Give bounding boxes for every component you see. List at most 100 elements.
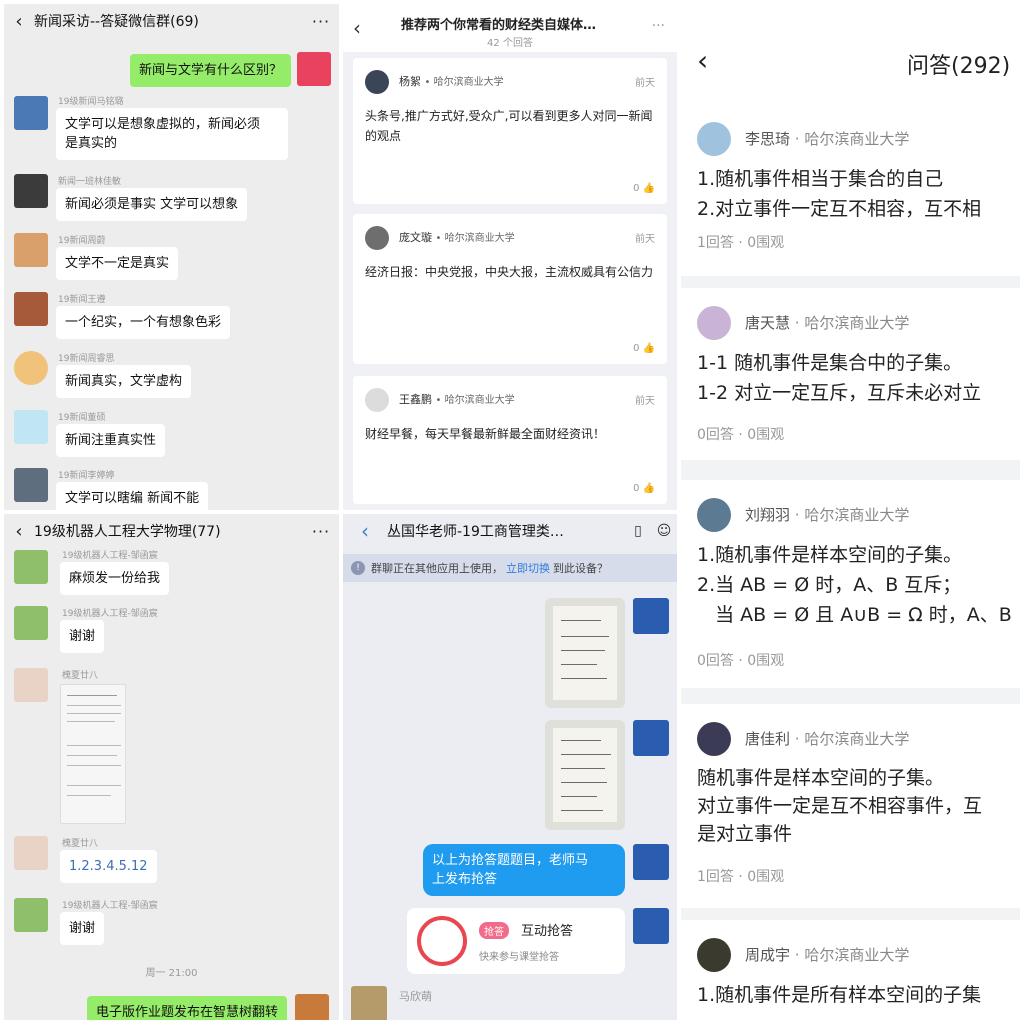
alarm-clock-icon xyxy=(417,916,467,966)
avatar[interactable] xyxy=(14,468,48,502)
avatar[interactable] xyxy=(14,606,48,640)
like-button[interactable]: 0 👍 xyxy=(633,343,655,354)
sender-name: 19新闻董硕 xyxy=(58,413,106,423)
message-bubble[interactable]: 一个纪实，一个有想象色彩 xyxy=(56,306,231,339)
message-bubble[interactable]: 文学可以是想象虚拟的，新闻必须 是真实的 xyxy=(56,108,288,160)
like-button[interactable]: 0 👍 xyxy=(633,183,655,194)
author-name: 庞文璇 xyxy=(399,231,432,244)
message-bubble[interactable]: 1.2.3.4.5.12 xyxy=(60,850,157,883)
message-row: 19级机器人工程-邹函宸 谢谢 xyxy=(4,898,339,948)
message-row: 电子版作业题发布在智慧树翻转 xyxy=(4,992,339,1020)
question-line: 当 AB = Ø 且 A∪B = Ω 时，A、B xyxy=(697,604,1012,626)
message-bubble[interactable]: 新闻与文学有什么区别？ xyxy=(129,54,291,87)
avatar[interactable] xyxy=(14,351,48,385)
question-line: 是对立事件 xyxy=(697,823,793,845)
message-bubble[interactable]: 麻烦发一份给我 xyxy=(60,562,170,595)
author: 唐天慧 · 哈尔滨商业大学 xyxy=(745,312,909,333)
question-line: 2.当 AB = Ø 时，A、B 互斥； xyxy=(697,574,962,596)
back-icon[interactable]: ‹ xyxy=(4,11,34,32)
message-row: 19级机器人工程-邹函宸 谢谢 xyxy=(4,606,339,656)
sender-name: 槐夏廿八 xyxy=(62,671,99,681)
avatar[interactable] xyxy=(14,96,48,130)
avatar[interactable] xyxy=(14,233,48,267)
like-button[interactable]: 0 👍 xyxy=(633,483,655,494)
document-image[interactable] xyxy=(60,684,126,824)
more-icon[interactable]: ··· xyxy=(303,522,339,541)
more-icon[interactable]: ··· xyxy=(652,18,665,34)
author-school: • 哈尔滨商业大学 xyxy=(435,233,515,244)
message-row: 19级新闻马铭璐 文学可以是想象虚拟的，新闻必须 是真实的 xyxy=(4,94,339,164)
author: 庞文璇 • 哈尔滨商业大学 xyxy=(399,229,515,245)
sender-name: 19新闻周睿思 xyxy=(58,354,115,364)
question-card[interactable]: 李思琦 · 哈尔滨商业大学 1.随机事件相当于集合的自己 2.对立事件一定互不相… xyxy=(681,104,1020,276)
question-line: 随机事件是样本空间的子集。 xyxy=(697,767,945,789)
photo-message[interactable] xyxy=(545,598,625,708)
message-bubble[interactable]: 以上为抢答题题目，老师马 上发布抢答 xyxy=(423,844,625,896)
message-bubble[interactable]: 谢谢 xyxy=(60,620,105,653)
author-school: • 哈尔滨商业大学 xyxy=(424,77,504,88)
message-bubble[interactable]: 文学不一定是真实 xyxy=(56,247,179,280)
message-bubble[interactable]: 电子版作业题发布在智慧树翻转 xyxy=(86,996,287,1020)
avatar[interactable] xyxy=(633,720,669,756)
answer-card[interactable]: 王鑫鹏 • 哈尔滨商业大学 前天 财经早餐，每天早餐最新鲜最全面财经资讯！ 0 👍 xyxy=(353,376,667,504)
avatar[interactable] xyxy=(633,598,669,634)
back-icon[interactable]: ‹ xyxy=(697,44,708,77)
paper-image xyxy=(553,606,617,700)
question-card[interactable]: 刘翔羽 · 哈尔滨商业大学 1.随机事件是样本空间的子集。 2.当 AB = Ø… xyxy=(681,480,1020,688)
message-line: 以上为抢答题题目，老师马 xyxy=(432,853,589,868)
message-bubble[interactable]: 新闻注重真实性 xyxy=(56,424,166,457)
doc-icon[interactable]: ▯ xyxy=(625,523,651,539)
author: 李思琦 · 哈尔滨商业大学 xyxy=(745,128,909,149)
notice-text: 群聊正在其他应用上使用， xyxy=(371,562,503,575)
sender-name: 新闻一班林佳敏 xyxy=(58,177,122,187)
back-icon[interactable]: ‹ xyxy=(343,519,387,543)
author-name: 刘翔羽 xyxy=(745,506,791,524)
avatar[interactable] xyxy=(14,898,48,932)
avatar[interactable] xyxy=(14,292,48,326)
message-row: 19级机器人工程-邹函宸 麻烦发一份给我 xyxy=(4,548,339,598)
question-body: 1.随机事件相当于集合的自己 2.对立事件一定互不相容，互不相 xyxy=(697,164,981,224)
avatar[interactable] xyxy=(14,174,48,208)
members-icon[interactable]: ☺ xyxy=(651,523,677,539)
answer-time: 前天 xyxy=(635,396,655,407)
answer-card[interactable]: 杨絮 • 哈尔滨商业大学 前天 头条号,推广方式好,受众广,可以看到更多人对同一… xyxy=(353,58,667,204)
avatar xyxy=(365,388,389,412)
question-line: 1-2 对立一定互斥，互斥未必对立 xyxy=(697,382,982,404)
switch-now-link[interactable]: 立即切换 xyxy=(506,560,550,576)
message-bubble[interactable]: 文学可以瞎编 新闻不能 xyxy=(56,482,209,510)
avatar[interactable] xyxy=(633,908,669,944)
chat-header: ‹ 新闻采访--答疑微信群(69) ··· xyxy=(4,4,339,38)
avatar[interactable] xyxy=(351,986,387,1020)
avatar[interactable] xyxy=(633,844,669,880)
quick-answer-tag: 抢答 xyxy=(479,922,509,939)
back-icon[interactable]: ‹ xyxy=(4,521,34,542)
question-line: 1.随机事件相当于集合的自己 xyxy=(697,168,944,190)
answer-card[interactable]: 庞文璇 • 哈尔滨商业大学 前天 经济日报：中央党报，中央大报，主流权威具有公信… xyxy=(353,214,667,364)
avatar[interactable] xyxy=(14,836,48,870)
question-card[interactable]: 唐天慧 · 哈尔滨商业大学 1-1 随机事件是集合中的子集。 1-2 对立一定互… xyxy=(681,288,1020,460)
answer-count: 42 个回答 xyxy=(487,38,533,49)
message-bubble[interactable]: 新闻必须是事实 文学可以想象 xyxy=(56,188,248,221)
question-card[interactable]: 唐佳利 · 哈尔滨商业大学 随机事件是样本空间的子集。 对立事件一定是互不相容事… xyxy=(681,704,1020,908)
sender-name: 马欣萌 xyxy=(399,990,432,1003)
message-row: 19新闻李婷婷 文学可以瞎编 新闻不能 xyxy=(4,468,339,510)
sender-name: 19新闻周蔚 xyxy=(58,236,106,246)
more-icon[interactable]: ··· xyxy=(303,12,339,31)
author: 杨絮 • 哈尔滨商业大学 xyxy=(399,73,504,89)
avatar[interactable] xyxy=(297,52,331,86)
avatar[interactable] xyxy=(14,550,48,584)
message-bubble[interactable]: 谢谢 xyxy=(60,912,105,945)
avatar xyxy=(697,498,731,532)
message-row: 新闻与文学有什么区别？ xyxy=(4,50,339,90)
message-row: 19新闻董硕 新闻注重真实性 xyxy=(4,410,339,460)
like-count: 0 xyxy=(633,343,640,354)
avatar[interactable] xyxy=(295,994,329,1020)
quick-answer-card[interactable]: 抢答 互动抢答 快来参与课堂抢答 xyxy=(407,908,625,974)
avatar[interactable] xyxy=(14,668,48,702)
photo-message[interactable] xyxy=(545,720,625,830)
avatar[interactable] xyxy=(14,410,48,444)
message-bubble[interactable]: 新闻真实，文学虚构 xyxy=(56,365,192,398)
question-card[interactable]: 周成宇 · 哈尔滨商业大学 1.随机事件是所有样本空间的子集 xyxy=(681,920,1020,1020)
message-row: 新闻一班林佳敏 新闻必须是事实 文学可以想象 xyxy=(4,174,339,224)
message-row: 19新闻周睿思 新闻真实，文学虚构 xyxy=(4,351,339,401)
